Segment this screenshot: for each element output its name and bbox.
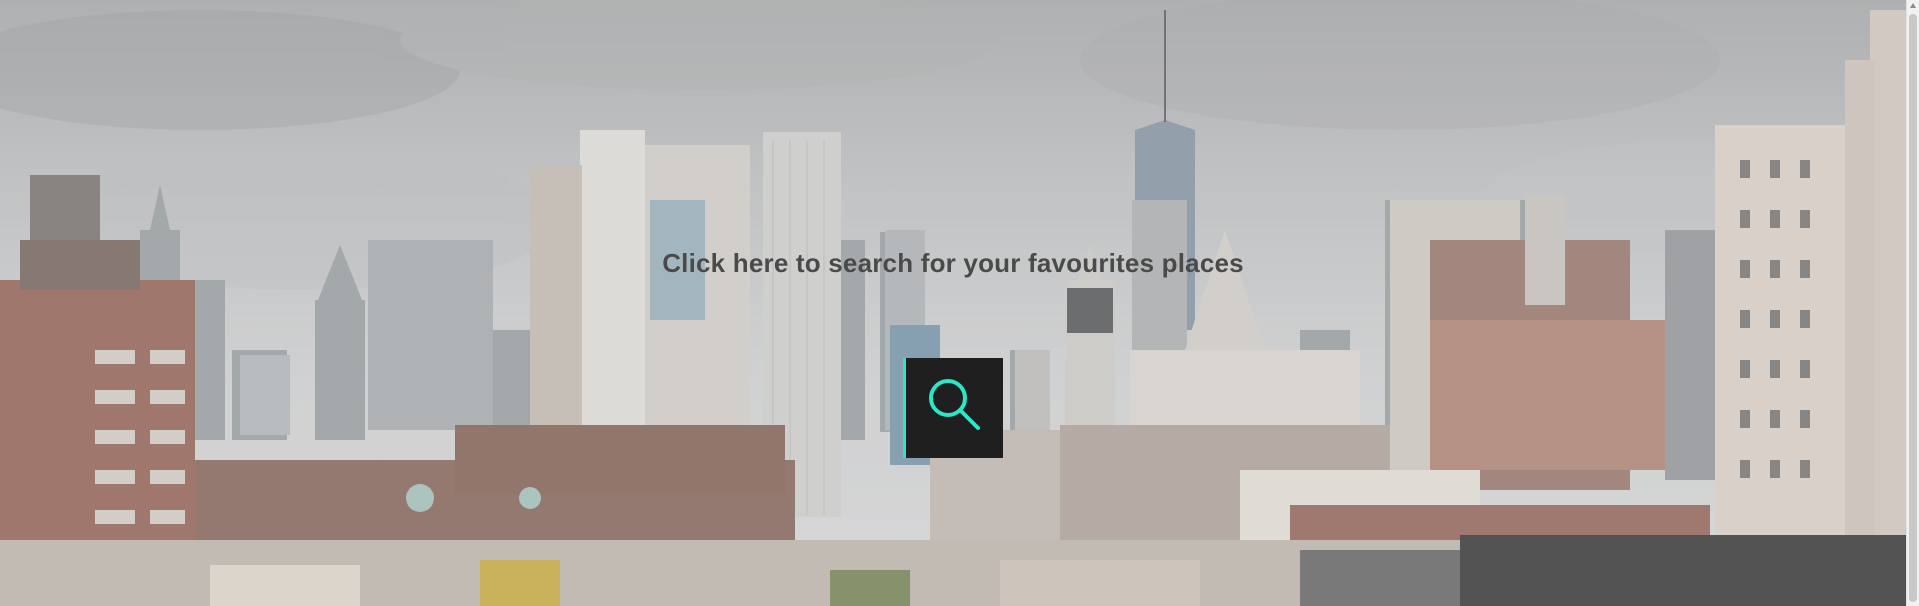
scroll-up-arrow-icon[interactable] <box>1910 3 1916 8</box>
page: Click here to search for your favourites… <box>0 0 1919 606</box>
search-icon <box>929 379 980 430</box>
hero-banner: Click here to search for your favourites… <box>0 0 1906 606</box>
hero-overlay <box>0 0 1906 606</box>
vertical-scrollbar[interactable] <box>1906 0 1919 606</box>
scrollbar-thumb[interactable] <box>1909 14 1917 602</box>
search-prompt-text[interactable]: Click here to search for your favourites… <box>0 248 1906 279</box>
search-button[interactable] <box>903 358 1003 458</box>
